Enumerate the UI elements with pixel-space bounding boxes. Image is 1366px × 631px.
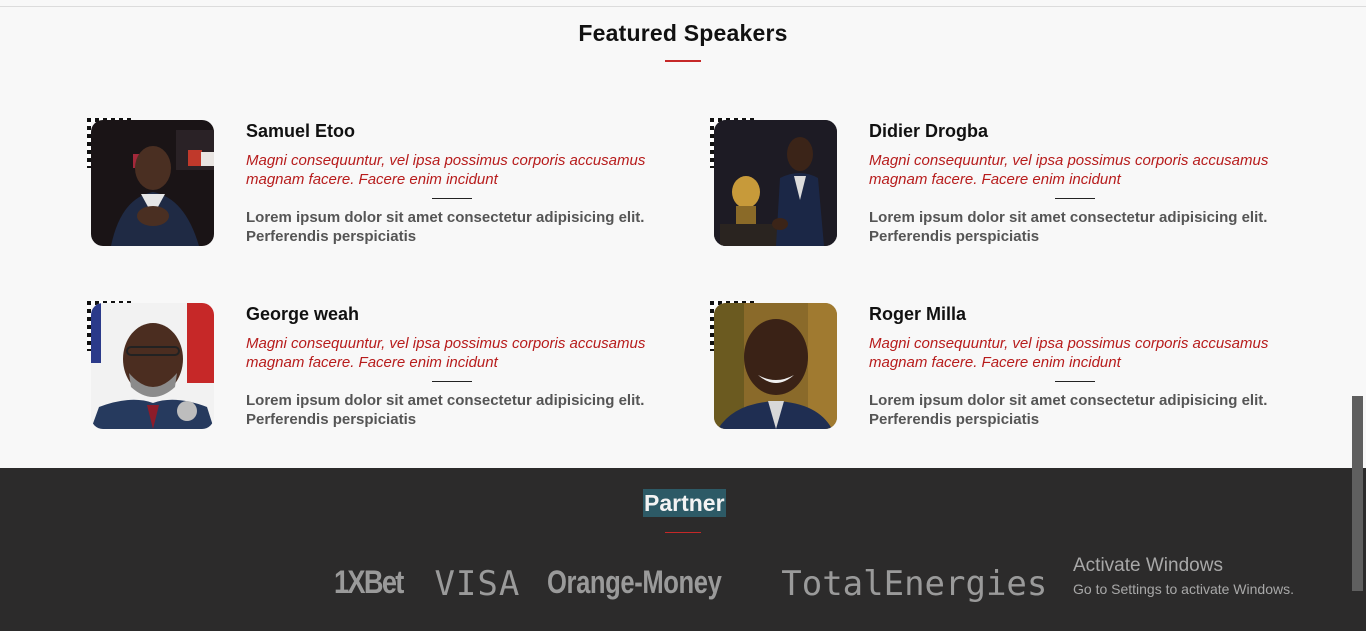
speaker-photo-frame bbox=[710, 301, 838, 429]
speaker-divider bbox=[1055, 381, 1095, 382]
speaker-photo bbox=[91, 120, 214, 246]
speaker-quote: Magni consequuntur, vel ipsa possimus co… bbox=[869, 152, 1269, 188]
partner-logo-visa[interactable]: VISA bbox=[434, 564, 520, 604]
speaker-quote: Magni consequuntur, vel ipsa possimus co… bbox=[246, 152, 646, 188]
title-underline bbox=[665, 60, 701, 62]
speaker-divider bbox=[432, 198, 472, 199]
partner-logo-1xbet[interactable]: 1XBet bbox=[334, 564, 404, 601]
speaker-name: Roger Milla bbox=[869, 304, 967, 324]
section-title: Featured Speakers bbox=[578, 20, 788, 46]
speaker-description: Lorem ipsum dolor sit amet consectetur a… bbox=[246, 392, 645, 428]
speaker-card: Roger Milla Magni consequuntur, vel ipsa… bbox=[710, 301, 1290, 441]
speaker-photo bbox=[91, 303, 214, 429]
partner-section: Partner 1XBet VISA Orange-Money TotalEne… bbox=[0, 468, 1366, 631]
partner-logos: 1XBet VISA Orange-Money TotalEnergies bbox=[334, 564, 1047, 608]
speaker-description: Lorem ipsum dolor sit amet consectetur a… bbox=[246, 209, 645, 245]
partner-logo-orange-money[interactable]: Orange-Money bbox=[547, 564, 722, 601]
speaker-divider bbox=[432, 381, 472, 382]
speaker-photo-frame bbox=[87, 301, 215, 429]
watermark-title: Activate Windows bbox=[1073, 555, 1223, 576]
speaker-description: Lorem ipsum dolor sit amet consectetur a… bbox=[869, 209, 1268, 245]
activate-windows-watermark: Activate Windows Go to Settings to activ… bbox=[1073, 555, 1294, 600]
watermark-subtitle: Go to Settings to activate Windows. bbox=[1073, 581, 1294, 597]
speaker-name: Samuel Etoo bbox=[246, 121, 356, 141]
speaker-card: Didier Drogba Magni consequuntur, vel ip… bbox=[710, 118, 1290, 258]
scrollbar-thumb[interactable] bbox=[1352, 396, 1363, 591]
speaker-name: George weah bbox=[246, 304, 360, 324]
speaker-photo bbox=[714, 120, 837, 246]
partner-underline bbox=[665, 532, 701, 533]
speaker-photo bbox=[714, 303, 837, 429]
speaker-photo-frame bbox=[87, 118, 215, 246]
speaker-photo-frame bbox=[710, 118, 838, 246]
speaker-card: George weah Magni consequuntur, vel ipsa… bbox=[87, 301, 667, 441]
speaker-quote: Magni consequuntur, vel ipsa possimus co… bbox=[246, 335, 646, 371]
speaker-description: Lorem ipsum dolor sit amet consectetur a… bbox=[869, 392, 1268, 428]
speaker-card: Samuel Etoo Magni consequuntur, vel ipsa… bbox=[87, 118, 667, 258]
speaker-divider bbox=[1055, 198, 1095, 199]
speaker-quote: Magni consequuntur, vel ipsa possimus co… bbox=[869, 335, 1269, 371]
speaker-name: Didier Drogba bbox=[869, 121, 989, 141]
partner-title: Partner bbox=[643, 489, 726, 517]
partner-logo-totalenergies[interactable]: TotalEnergies bbox=[781, 564, 1047, 604]
featured-speakers-section: Featured Speakers Samuel Etoo Magni cons… bbox=[0, 7, 1366, 468]
